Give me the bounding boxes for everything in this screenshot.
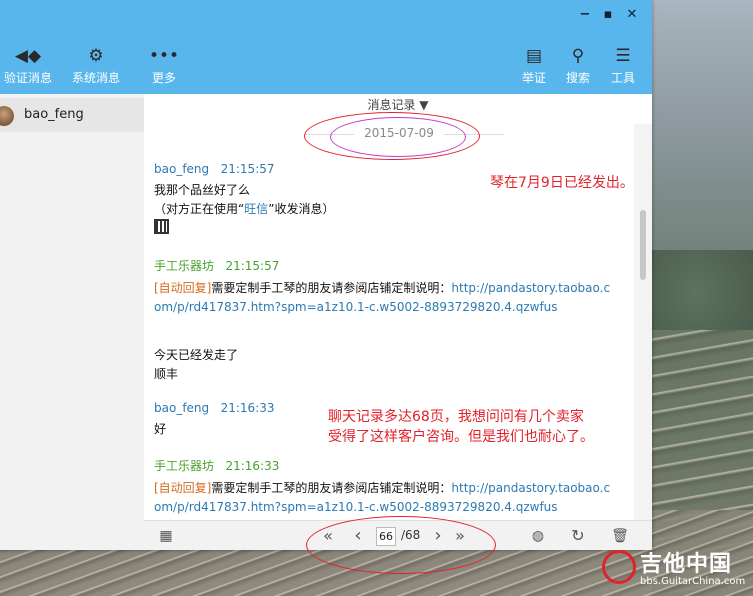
guitar-logo-icon: [602, 550, 636, 584]
watermark-title: 吉他中国: [640, 552, 733, 577]
more-dots-icon: •••: [148, 46, 180, 66]
message-fragment: ”收发消息）: [268, 202, 335, 216]
guitarchina-watermark: 吉他中国 bbs.GuitarChina.com: [598, 546, 748, 592]
minimize-button[interactable]: −: [576, 6, 594, 24]
tools-button[interactable]: ☰ 工具: [593, 46, 653, 86]
avatar: [0, 106, 14, 126]
watermark-url: bbs.GuitarChina.com: [640, 576, 746, 587]
chat-history-window: − ▪ ✕ ◀◆ 验证消息 ⚙ 系统消息 ••• 更多 ▤ 举证 ⚲ 搜索 ☰ …: [0, 0, 652, 550]
message-time: 21:16:33: [225, 459, 280, 473]
verify-message-label: 验证消息: [3, 71, 52, 85]
message-fragment: （对方正在使用“: [154, 202, 245, 216]
contact-name: bao_feng: [24, 107, 84, 122]
trash-icon[interactable]: 🗑: [610, 526, 630, 546]
message-header: 手工乐器坊 21:16:33: [154, 457, 279, 474]
annotation-line: 受得了这样客户咨询。但是我们也耐心了。: [328, 429, 594, 445]
message-body: [自动回复]需要定制手工琴的朋友请参阅店铺定制说明：http://pandast…: [154, 479, 644, 517]
annotation-page-note: 聊天记录多达68页，我想问问有几个卖家 受得了这样客户咨询。但是我们也耐心了。: [328, 407, 594, 447]
date-highlight-ellipse-inner: [330, 117, 466, 157]
annotation-shipped-note: 琴在7月9日已经发出。: [490, 175, 634, 191]
globe-icon[interactable]: ◍: [528, 526, 548, 546]
message-fragment: 需要定制手工琴的朋友请参阅店铺定制说明：: [211, 281, 452, 295]
qr-code-icon[interactable]: [154, 219, 169, 234]
close-button[interactable]: ✕: [623, 6, 641, 24]
pager-highlight-ellipse: [306, 516, 496, 574]
message-line: 我那个品丝好了么: [154, 183, 251, 197]
sender-name: 手工乐器坊: [154, 459, 215, 473]
speaker-icon: ◀◆: [14, 46, 42, 66]
message-time: 21:16:33: [220, 401, 275, 415]
message-fragment: 需要定制手工琴的朋友请参阅店铺定制说明：: [211, 481, 452, 495]
auto-reply-tag: [自动回复]: [154, 281, 212, 295]
scroll-track[interactable]: [634, 124, 652, 520]
message-header: 手工乐器坊 21:15:57: [154, 257, 279, 274]
sender-name: 手工乐器坊: [154, 259, 215, 273]
message-line: 今天已经发走了: [154, 348, 239, 362]
shop-link[interactable]: http://pandastory.taobao.c: [451, 281, 610, 295]
message-line: [自动回复]需要定制手工琴的朋友请参阅店铺定制说明：http://pandast…: [154, 279, 644, 298]
scrollbar-thumb[interactable]: [640, 210, 646, 280]
message-line: [自动回复]需要定制手工琴的朋友请参阅店铺定制说明：http://pandast…: [154, 479, 644, 498]
refresh-icon[interactable]: ↻: [568, 526, 588, 546]
shop-link[interactable]: http://pandastory.taobao.c: [451, 481, 610, 495]
message-body: 好: [154, 420, 166, 439]
message-time: 21:15:57: [225, 259, 280, 273]
message-line: （对方正在使用“旺信”收发消息）: [154, 200, 334, 219]
wangxin-link[interactable]: 旺信: [244, 202, 268, 216]
contact-sidebar: bao_feng: [0, 94, 144, 550]
message-body: 我那个品丝好了么 （对方正在使用“旺信”收发消息）: [154, 181, 334, 219]
message-body: 今天已经发走了 顺丰: [154, 346, 238, 384]
maximize-button[interactable]: ▪: [599, 6, 617, 24]
system-message-button[interactable]: ⚙ 系统消息: [66, 46, 126, 86]
title-bar: − ▪ ✕ ◀◆ 验证消息 ⚙ 系统消息 ••• 更多 ▤ 举证 ⚲ 搜索 ☰ …: [0, 0, 652, 94]
shop-link-continued[interactable]: om/p/rd417837.htm?spm=a1z10.1-c.w5002-88…: [154, 298, 644, 317]
message-header: bao_feng 21:15:57: [154, 162, 275, 176]
message-body: [自动回复]需要定制手工琴的朋友请参阅店铺定制说明：http://pandast…: [154, 279, 644, 317]
message-line: 好: [154, 422, 167, 436]
gear-icon: ⚙: [88, 46, 104, 66]
system-message-label: 系统消息: [71, 71, 120, 85]
sender-name: bao_feng: [154, 162, 210, 176]
annotation-line: 聊天记录多达68页，我想问问有几个卖家: [328, 409, 584, 425]
verify-message-button[interactable]: ◀◆ 验证消息: [0, 46, 58, 86]
message-line: 顺丰: [154, 367, 179, 381]
message-time: 21:15:57: [220, 162, 275, 176]
calendar-icon[interactable]: ▦: [156, 526, 176, 546]
more-label: 更多: [151, 71, 176, 85]
tools-label: 工具: [610, 71, 635, 85]
contact-item[interactable]: bao_feng: [0, 98, 144, 132]
list-icon: ☰: [615, 46, 631, 66]
more-button[interactable]: ••• 更多: [134, 46, 194, 86]
sender-name: bao_feng: [154, 401, 210, 415]
auto-reply-tag: [自动回复]: [154, 481, 212, 495]
shop-link-continued[interactable]: om/p/rd417837.htm?spm=a1z10.1-c.w5002-88…: [154, 498, 644, 517]
message-header: bao_feng 21:16:33: [154, 401, 275, 415]
